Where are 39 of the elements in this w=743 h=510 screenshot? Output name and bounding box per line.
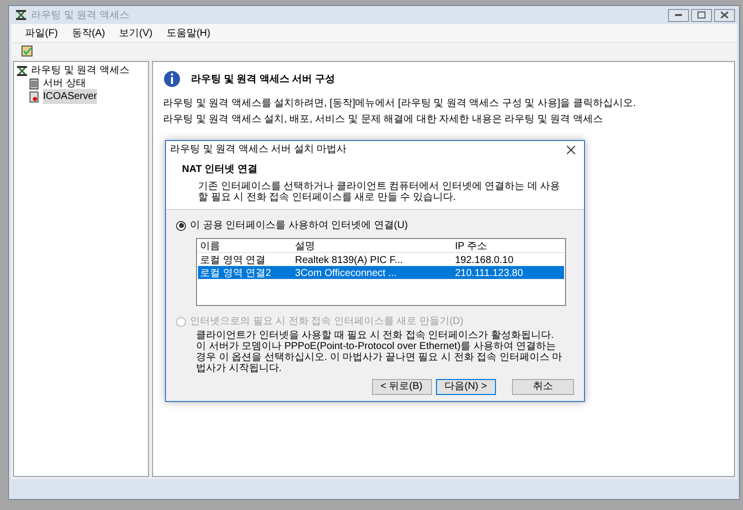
back-button[interactable]: < 뒤로(B) bbox=[372, 379, 432, 395]
next-button[interactable]: 다음(N) > bbox=[436, 379, 496, 395]
server-list-icon bbox=[28, 78, 40, 90]
maximize-icon bbox=[695, 10, 708, 20]
dialog-title: 라우팅 및 원격 액세스 서버 설치 마법사 bbox=[170, 143, 347, 157]
radio-label[interactable]: 이 공용 인터페이스를 사용하여 인터넷에 연결(U) bbox=[190, 218, 408, 233]
close-button[interactable] bbox=[566, 144, 576, 154]
paragraph: 라우팅 및 원격 액세스를 설치하려면, [동작]메뉴에서 [라우팅 및 원격 액세스 구성 및 사용]을 클릭하십시오. bbox=[163, 98, 637, 109]
minimize-button[interactable] bbox=[668, 8, 689, 22]
dialog-heading: NAT 인터넷 연결 bbox=[182, 163, 258, 177]
radio-button[interactable] bbox=[176, 220, 186, 230]
cancel-button[interactable]: 취소 bbox=[512, 379, 574, 395]
menu-item[interactable]: 파일(F) bbox=[25, 26, 58, 40]
close-icon bbox=[718, 10, 731, 20]
properties-icon bbox=[21, 45, 33, 57]
list-row[interactable]: 로컬 영역 연결 Realtek 8139(A) PIC F... 192.168.0.10 bbox=[198, 253, 564, 266]
close-icon bbox=[566, 144, 576, 154]
menu-item[interactable]: 보기(V) bbox=[119, 26, 152, 40]
tree-item[interactable]: 라우팅 및 원격 액세스 bbox=[31, 63, 130, 78]
list-row[interactable]: 로컬 영역 연결2 3Com Officeconnect ... 210.111.123.80 bbox=[198, 266, 564, 279]
heading: 라우팅 및 원격 액세스 서버 구성 bbox=[191, 72, 335, 86]
dialog-description: 기존 인터페이스를 선택하거나 클라이언트 컴퓨터에서 인터넷에 연결하는 데 사용할 필요 시 전화 접속 인터페이스를 새로 만들 수 있습니다. bbox=[197, 181, 562, 203]
tree-item[interactable]: 서버 상태 bbox=[43, 76, 86, 91]
tree-item[interactable]: ICOAServer bbox=[43, 89, 97, 104]
paragraph: 라우팅 및 원격 액세스 설치, 배포, 서비스 및 문제 해결에 대한 자세한 내용은 라우팅 및 원격 액세스 bbox=[163, 114, 604, 125]
column-header[interactable]: IP 주소 bbox=[453, 239, 564, 254]
maximize-button[interactable] bbox=[691, 8, 712, 22]
radio-label: 인터넷으로의 필요 시 전화 접속 인터페이스를 새로 만들기(D) bbox=[190, 315, 464, 329]
router-icon bbox=[16, 64, 28, 76]
window-title: 라우팅 및 원격 액세스 bbox=[31, 8, 130, 22]
column-header[interactable]: 설명 bbox=[293, 239, 453, 254]
info-icon bbox=[163, 70, 181, 88]
column-header[interactable]: 이름 bbox=[198, 239, 293, 254]
option-description: 클라이언트가 인터넷을 사용할 때 필요 시 전화 접속 인터페이스가 활성화됩니다. 이 서버가 모뎀이나 PPPoE(Point-to-Protocol over Ethernet)를 사용하여 연결하는 경우 이 옵션을 선택하십시오. 이 마법사가 끝나면 필요 시 전화 접속 인터페이스 마법사가 시작됩니다. bbox=[196, 330, 564, 374]
close-button[interactable] bbox=[714, 8, 735, 22]
menu-item[interactable]: 동작(A) bbox=[72, 26, 106, 40]
menu-item[interactable]: 도움말(H) bbox=[166, 26, 210, 40]
server-icon bbox=[28, 90, 40, 102]
router-icon bbox=[15, 9, 27, 21]
